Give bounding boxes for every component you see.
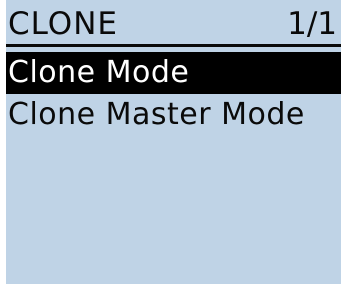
menu-item-clone-master-mode[interactable]: Clone Master Mode [6,94,341,136]
page-indicator: 1/1 [287,6,337,42]
menu-item-label: Clone Mode [8,55,190,90]
menu-item-clone-mode[interactable]: Clone Mode [6,52,341,94]
screen-title: CLONE [8,6,118,42]
title-divider [6,44,341,47]
lcd-screen: CLONE 1/1 Clone Mode Clone Master Mode [6,0,341,284]
clone-menu: Clone Mode Clone Master Mode [6,52,341,136]
menu-item-label: Clone Master Mode [8,97,305,132]
title-bar: CLONE 1/1 [6,0,341,48]
